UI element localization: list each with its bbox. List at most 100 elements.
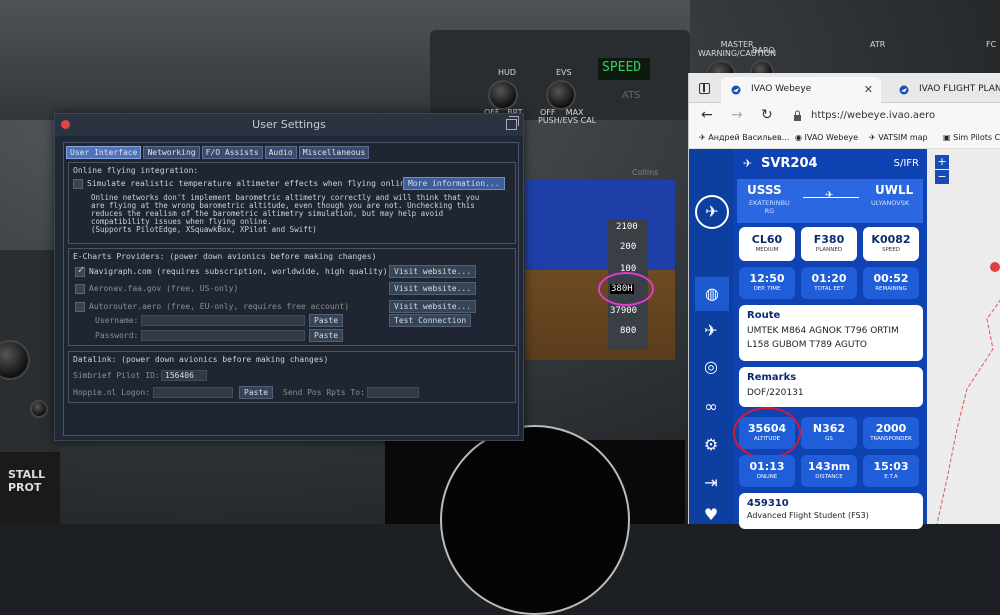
card-label: PLANNED — [815, 247, 843, 253]
realistic-altimeter-checkbox[interactable] — [73, 179, 83, 189]
desc-line: (Supports PilotEdge, XSquawkBox, XPilot … — [91, 225, 317, 234]
route-summary: USSS EKATERINBU RG ✈ UWLL ULYANOVSK — [737, 179, 923, 223]
card-value: 2000 — [875, 422, 907, 435]
departure-icao: USSS — [747, 183, 782, 197]
ats-indicator: ATS — [622, 90, 641, 101]
stall-prot-label: STALL PROT — [8, 468, 46, 494]
hoppie-field[interactable] — [153, 387, 233, 398]
hud-knob[interactable] — [488, 80, 518, 110]
flight-header: ✈ SVR204 S/IFR — [741, 155, 921, 177]
tab-user-interface[interactable]: User Interface — [66, 146, 142, 159]
tab-title: IVAO Webeye — [751, 84, 812, 94]
baro-label: BARO — [752, 46, 775, 55]
settings-titlebar[interactable]: User Settings — [55, 114, 523, 136]
glasses-icon[interactable]: ∞ — [701, 397, 721, 417]
fav-item[interactable]: ✈ VATSIM map — [869, 133, 928, 142]
autorouter-visit-button[interactable]: Visit website... — [389, 300, 477, 313]
username-label: Username: — [95, 316, 139, 325]
altitude-annotation-circle — [733, 407, 801, 459]
echarts-heading: E-Charts Providers: (power down avionics… — [73, 252, 377, 261]
send-pos-field[interactable] — [367, 387, 419, 398]
restore-window-icon[interactable] — [506, 116, 519, 130]
card-label: MEDIUM — [755, 247, 779, 253]
card-value: 15:03 — [873, 460, 909, 473]
online-time-card: 01:13 ONLINE — [739, 455, 795, 487]
aeronav-visit-button[interactable]: Visit website... — [389, 282, 477, 295]
tab-ivao-webeye[interactable]: IVAO Webeye ✕ — [721, 77, 881, 103]
fav-label: Андрей Васильев... — [708, 133, 790, 142]
aircraft-logo-icon[interactable]: ✈ — [695, 195, 729, 229]
send-pos-label: Send Pos Rpts To: — [283, 388, 365, 397]
simbrief-value: 156406 — [165, 371, 194, 380]
username-field[interactable] — [141, 315, 305, 326]
fav-item[interactable]: ✈ Андрей Васильев... — [699, 133, 789, 142]
navigraph-visit-button[interactable]: Visit website... — [389, 265, 477, 278]
evs-knob[interactable] — [546, 80, 576, 110]
password-paste-button[interactable]: Paste — [309, 329, 344, 342]
user-settings-icon[interactable]: ⚙ — [701, 435, 721, 455]
card-label: ONLINE — [756, 474, 778, 480]
card-label: TOTAL EET — [814, 286, 844, 292]
fc-label: FC — [986, 40, 997, 49]
remaining-card: 00:52 REMAINING — [863, 267, 919, 299]
online-description: Online networks don't implement barometr… — [91, 194, 479, 234]
refresh-icon[interactable]: ↻ — [761, 107, 773, 123]
tab-miscellaneous[interactable]: Miscellaneous — [298, 146, 370, 159]
fav-item[interactable]: ◉ IVAO Webeye — [795, 133, 858, 142]
radar-icon[interactable]: ◎ — [701, 357, 721, 377]
fav-item[interactable]: ▣ Sim Pilots Clu — [943, 133, 1000, 142]
login-icon[interactable]: ⇥ — [701, 473, 721, 493]
close-tab-icon[interactable]: ✕ — [864, 83, 873, 96]
aircraft-card: CL60 MEDIUM — [739, 227, 795, 261]
more-information-button[interactable]: More information... — [403, 177, 505, 190]
tab-fo-assists[interactable]: F/O Assists — [201, 146, 263, 159]
settings-body: User Interface Networking F/O Assists Au… — [63, 142, 519, 436]
left-small-knob[interactable] — [30, 400, 48, 418]
card-value: 00:52 — [873, 272, 909, 285]
url-input[interactable]: https://webeye.ivao.aero — [811, 110, 935, 121]
hoppie-label: Hoppie.nl Logon: — [73, 388, 151, 397]
transponder-card: 2000 TRANSPONDER — [863, 417, 919, 449]
arrival-city: ULYANOVSK — [871, 199, 910, 207]
forward-icon[interactable]: → — [731, 107, 743, 123]
tab-audio[interactable]: Audio — [264, 146, 297, 159]
simbrief-field[interactable]: 156406 — [161, 370, 207, 381]
card-label: TRANSPONDER — [870, 436, 912, 442]
tab-actions-icon[interactable] — [699, 83, 710, 94]
datalink-heading: Datalink: (power down avionics before ma… — [73, 355, 329, 364]
tab-ivao-flight-plan[interactable]: IVAO FLIGHT PLAN — [889, 77, 1000, 103]
online-heading: Online flying integration: — [73, 166, 199, 175]
password-field[interactable] — [141, 330, 305, 341]
address-bar-row: ← → ↻ https://webeye.ivao.aero — [689, 103, 1000, 129]
stall-prot-panel: STALL PROT — [0, 452, 60, 524]
globe-icon[interactable]: ◍ — [695, 277, 729, 311]
flights-icon[interactable]: ✈ — [701, 321, 721, 341]
tab-networking[interactable]: Networking — [143, 146, 200, 159]
back-icon[interactable]: ← — [701, 107, 713, 123]
flight-rules: S/IFR — [893, 158, 919, 169]
card-value: N362 — [812, 422, 846, 435]
card-value: 143nm — [807, 460, 851, 473]
realistic-altimeter-label: Simulate realistic temperature altimeter… — [87, 179, 410, 188]
card-label: DISTANCE — [815, 474, 843, 480]
username-paste-button[interactable]: Paste — [309, 314, 344, 327]
fav-label: IVAO Webeye — [804, 133, 859, 142]
route-heading: Route — [747, 310, 781, 321]
navigraph-checkbox[interactable] — [75, 265, 85, 277]
remarks-text: DOF/220131 — [747, 388, 804, 398]
navigraph-label: Navigraph.com (requires subscription, wo… — [89, 267, 388, 276]
eta-card: 15:03 E.T.A — [863, 455, 919, 487]
departure-city: EKATERINBU RG — [749, 199, 790, 215]
nav-display-compass — [440, 425, 630, 615]
plane-icon: ✈ — [743, 157, 753, 170]
autorouter-checkbox[interactable] — [75, 302, 85, 312]
atr-label: ATR — [870, 40, 886, 49]
hoppie-paste-button[interactable]: Paste — [239, 386, 274, 399]
route-card: Route UMTEK M864 AGNOK T796 ORTIM L158 G… — [739, 305, 923, 361]
map-view[interactable]: + − — [927, 149, 1000, 524]
datalink-section: Datalink: (power down avionics before ma… — [68, 351, 516, 403]
card-label: DEP. TIME — [753, 286, 781, 292]
heart-icon[interactable]: ♥ — [701, 505, 721, 525]
aeronav-checkbox[interactable] — [75, 284, 85, 294]
test-connection-button[interactable]: Test Connection — [389, 314, 472, 327]
